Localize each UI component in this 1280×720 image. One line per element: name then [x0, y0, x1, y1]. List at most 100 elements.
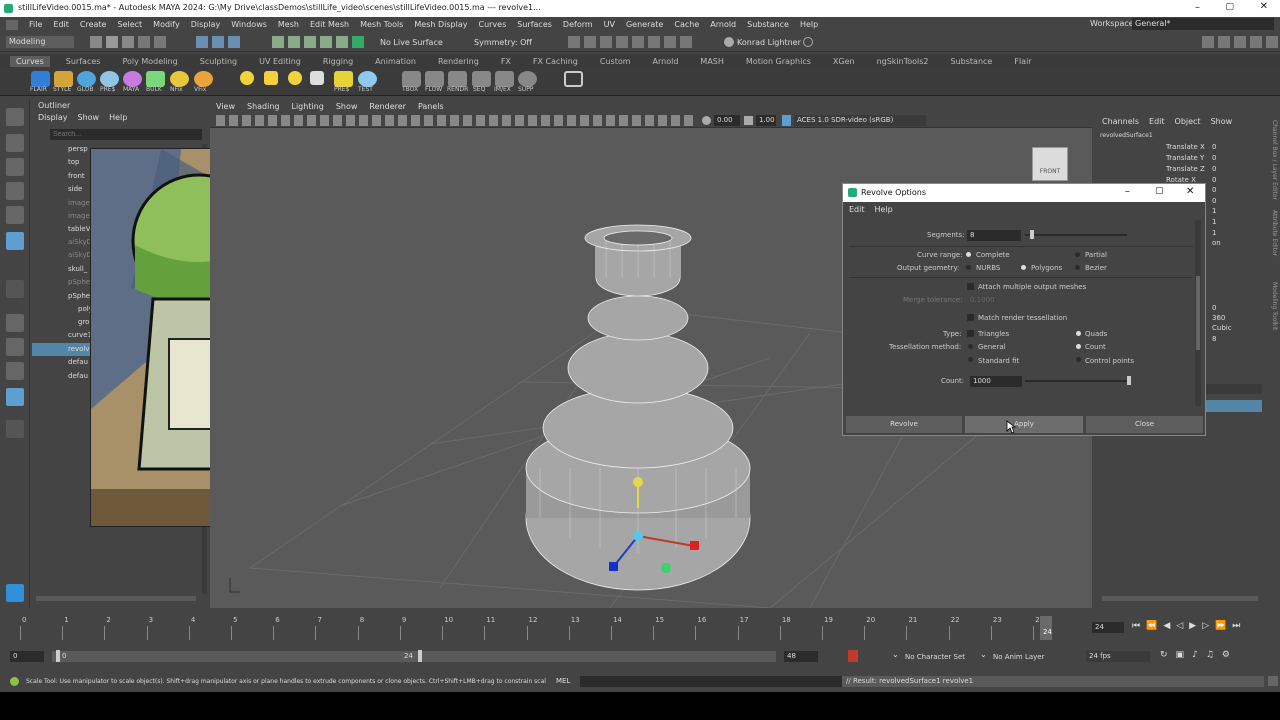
panel-toolbar-icons[interactable]: [216, 115, 696, 126]
shelf-sun-icon[interactable]: [240, 71, 254, 85]
outliner-toggle-icon[interactable]: [1266, 36, 1278, 48]
character-set-chevron-icon[interactable]: ⌄: [892, 650, 899, 659]
range-end-field[interactable]: 48: [784, 651, 818, 662]
pause-ipr-icon[interactable]: [680, 36, 692, 48]
save-scene-icon[interactable]: [122, 36, 134, 48]
merge-tolerance-field[interactable]: 0.1000: [970, 296, 995, 304]
attr-translate-z-value[interactable]: 0: [1212, 165, 1216, 173]
output-bezier-label[interactable]: Bezier: [1085, 264, 1107, 272]
outliner-hscrollbar[interactable]: [36, 596, 196, 601]
attr-revolve-start[interactable]: 0: [1212, 304, 1216, 312]
menu-cache[interactable]: Cache: [674, 20, 699, 29]
attr-translate-y-label[interactable]: Translate Y: [1166, 154, 1204, 162]
channelbox-menu-edit[interactable]: Edit: [1149, 117, 1165, 126]
render-frame-icon[interactable]: [584, 36, 596, 48]
live-surface-label[interactable]: No Live Surface: [380, 38, 443, 47]
layer-editor-toolbar[interactable]: [1206, 384, 1262, 394]
close-icon[interactable]: ✕: [1260, 1, 1268, 12]
shelf-vfix-icon[interactable]: [194, 71, 213, 87]
step-back-key-icon[interactable]: ⏪: [1146, 621, 1157, 631]
shelf-tab-curves[interactable]: Curves: [10, 55, 50, 67]
tess-general-radio[interactable]: [968, 344, 973, 349]
menu-edit[interactable]: Edit: [53, 20, 69, 29]
attr-translate-x-value[interactable]: 0: [1212, 143, 1216, 151]
outliner-item-persp[interactable]: persp: [68, 145, 88, 157]
menu-uv[interactable]: UV: [604, 20, 615, 29]
undo-icon[interactable]: [138, 36, 150, 48]
match-render-label[interactable]: Match render tessellation: [978, 314, 1067, 322]
shelf-imex-icon[interactable]: [495, 71, 514, 87]
exposure-field[interactable]: 0.00: [714, 115, 740, 126]
count-slider[interactable]: [1025, 380, 1131, 382]
select-object-icon[interactable]: [212, 36, 224, 48]
colorspace-dropdown[interactable]: ACES 1.0 SDR-video (sRGB): [794, 115, 926, 126]
attr-value-8[interactable]: 1: [1212, 218, 1216, 226]
dialog-menu-help[interactable]: Help: [875, 205, 893, 214]
loop-icon[interactable]: ↻: [1160, 650, 1168, 660]
match-render-checkbox[interactable]: [967, 314, 974, 321]
curve-range-complete-label[interactable]: Complete: [976, 251, 1010, 259]
anim-layer-chevron-icon[interactable]: ⌄: [980, 650, 987, 659]
output-nurbs-radio[interactable]: [966, 265, 971, 270]
menuset-dropdown[interactable]: Modeling: [6, 36, 74, 48]
open-scene-icon[interactable]: [106, 36, 118, 48]
attr-rotate-x-value[interactable]: 0: [1212, 176, 1216, 184]
shelf-layers-icon[interactable]: [334, 71, 353, 87]
shelf-tab-motion-graphics[interactable]: Motion Graphics: [740, 56, 817, 67]
outliner-menu-display[interactable]: Display: [38, 113, 68, 122]
shelf-external-link-icon[interactable]: [564, 71, 583, 87]
attr-value-5[interactable]: 0: [1212, 186, 1216, 194]
shelf-bulk-icon[interactable]: [146, 71, 165, 87]
layer-selected-row[interactable]: [1206, 400, 1262, 412]
script-editor-icon[interactable]: [1268, 676, 1278, 686]
command-input[interactable]: [580, 676, 842, 687]
scale-handle-center[interactable]: [633, 531, 643, 541]
outliner-menu-show[interactable]: Show: [78, 113, 100, 122]
shelf-spot-light-icon[interactable]: [310, 71, 324, 85]
shelf-tab-arnold[interactable]: Arnold: [647, 56, 685, 67]
count-slider-handle[interactable]: [1127, 376, 1131, 385]
last-tool-icon[interactable]: [6, 280, 24, 298]
time-slider[interactable]: 0 1 2 3 4 5 6 7 8 9 10 11 12 13 14 15 16 17 18 19 20 21 22 23 24…: [0, 612, 1280, 646]
outliner-item-aiskydome2[interactable]: aiSkyD: [68, 251, 92, 263]
redo-icon[interactable]: [154, 36, 166, 48]
workspace-select[interactable]: General*: [1132, 18, 1274, 30]
shelf-tab-fx[interactable]: FX: [495, 56, 517, 67]
shelf-maya-icon[interactable]: [123, 71, 142, 87]
curve-range-partial-label[interactable]: Partial: [1085, 251, 1107, 259]
tess-standard-fit-radio[interactable]: [968, 357, 973, 362]
attribute-editor-side-tab[interactable]: Attribute Editor: [1268, 210, 1278, 290]
menu-substance[interactable]: Substance: [747, 20, 789, 29]
maximize-icon[interactable]: ▢: [1225, 2, 1234, 12]
tess-general-label[interactable]: General: [978, 343, 1006, 351]
count-field[interactable]: 1000: [970, 376, 1022, 387]
channelbox-menu-channels[interactable]: Channels: [1102, 117, 1139, 126]
attr-translate-y-value[interactable]: 0: [1212, 154, 1216, 162]
maya-home-icon[interactable]: [6, 584, 24, 602]
shelf-point-light-icon[interactable]: [288, 71, 302, 85]
shelf-tab-mash[interactable]: MASH: [694, 56, 729, 67]
shelf-tab-rendering[interactable]: Rendering: [432, 56, 485, 67]
color-management-icon[interactable]: [782, 115, 791, 126]
shelf-tab-ngskintools2[interactable]: ngSkinTools2: [871, 56, 935, 67]
type-quads-radio[interactable]: [1076, 331, 1081, 336]
apply-button[interactable]: Apply: [965, 416, 1083, 433]
outliner-item-side[interactable]: side: [68, 185, 82, 197]
symmetry-dropdown[interactable]: Symmetry: Off: [474, 38, 532, 47]
segments-slider-handle[interactable]: [1030, 230, 1034, 239]
menu-generate[interactable]: Generate: [626, 20, 663, 29]
menu-mesh-tools[interactable]: Mesh Tools: [360, 20, 403, 29]
scale-tool-icon[interactable]: [6, 232, 24, 250]
outliner-item-curve1[interactable]: curve1: [68, 331, 92, 343]
viewport-menu-view[interactable]: View: [216, 102, 235, 111]
viewport-menu-shading[interactable]: Shading: [247, 102, 280, 111]
character-set-dropdown[interactable]: No Character Set: [905, 653, 965, 661]
outliner-item-front[interactable]: front: [68, 172, 85, 184]
move-tool-icon[interactable]: [6, 182, 24, 200]
snap-grid-icon[interactable]: [272, 36, 284, 48]
scale-handle-x[interactable]: [690, 541, 699, 550]
sound-icon[interactable]: ♫: [1206, 650, 1214, 660]
shelf-supp-icon[interactable]: [518, 71, 537, 87]
menu-surfaces[interactable]: Surfaces: [517, 20, 552, 29]
menu-curves[interactable]: Curves: [478, 20, 506, 29]
